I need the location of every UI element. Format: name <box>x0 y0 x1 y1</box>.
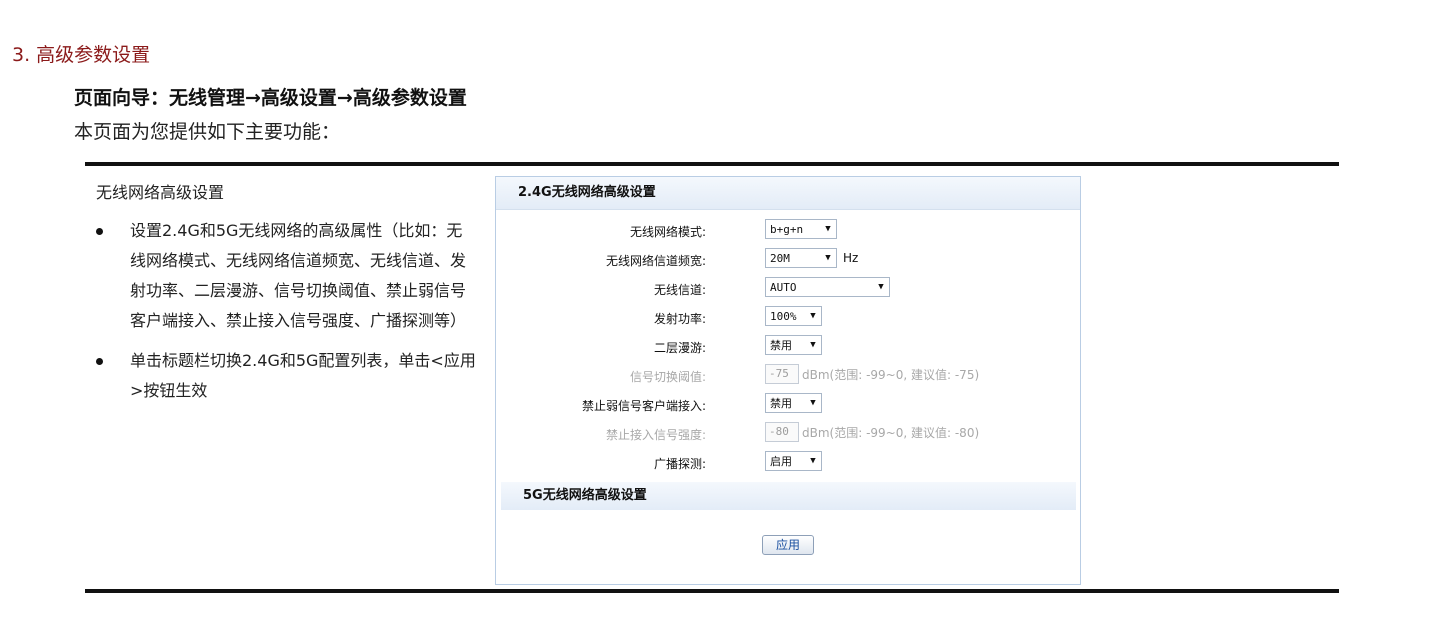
select-roaming[interactable]: 禁用 ▼ <box>765 335 822 355</box>
feature-bullet: 设置2.4G和5G无线网络的高级属性（比如：无线网络模式、无线网络信道频宽、无线… <box>96 216 476 336</box>
select-value: 禁用 <box>770 339 792 352</box>
access-strength-hint: dBm(范围: -99~0, 建议值: -80) <box>802 425 980 440</box>
advanced-settings-panel: 2.4G无线网络高级设置 无线网络模式: b+g+n ▼ 无线网络信道频宽: 2… <box>495 176 1081 585</box>
chevron-down-icon: ▼ <box>878 282 884 292</box>
chevron-down-icon: ▼ <box>810 456 816 466</box>
panel-header-5g[interactable]: 5G无线网络高级设置 <box>501 482 1076 510</box>
chevron-down-icon: ▼ <box>810 311 816 321</box>
label-wireless-mode: 无线网络模式: <box>629 225 706 239</box>
row-roaming: 二层漫游: 禁用 ▼ <box>496 335 1080 359</box>
apply-button[interactable]: 应用 <box>762 535 814 555</box>
row-weak-client: 禁止弱信号客户端接入: 禁用 ▼ <box>496 393 1080 417</box>
row-switch-threshold: 信号切换阈值: -75 dBm(范围: -99~0, 建议值: -75) <box>496 364 1080 388</box>
input-switch-threshold[interactable]: -75 <box>765 364 799 384</box>
label-tx-power: 发射功率: <box>653 312 706 326</box>
select-channel[interactable]: AUTO ▼ <box>765 277 890 297</box>
label-channel: 无线信道: <box>653 283 706 297</box>
label-weak-client: 禁止弱信号客户端接入: <box>581 399 706 413</box>
select-value: 启用 <box>770 455 792 468</box>
label-roaming: 二层漫游: <box>653 341 706 355</box>
select-weak-client[interactable]: 禁用 ▼ <box>765 393 822 413</box>
select-wireless-mode[interactable]: b+g+n ▼ <box>765 219 837 239</box>
select-broadcast-probe[interactable]: 启用 ▼ <box>765 451 822 471</box>
page-navigation-path: 页面向导：无线管理→高级设置→高级参数设置 <box>74 87 467 109</box>
chevron-down-icon: ▼ <box>825 253 831 263</box>
bandwidth-unit: Hz <box>843 251 859 265</box>
input-access-strength[interactable]: -80 <box>765 422 799 442</box>
chevron-down-icon: ▼ <box>810 398 816 408</box>
label-access-strength: 禁止接入信号强度: <box>605 428 706 442</box>
feature-bullet: 单击标题栏切换2.4G和5G配置列表，单击<应用>按钮生效 <box>96 346 476 406</box>
table-bottom-rule <box>85 589 1339 593</box>
row-channel: 无线信道: AUTO ▼ <box>496 277 1080 301</box>
switch-threshold-hint: dBm(范围: -99~0, 建议值: -75) <box>802 367 980 382</box>
row-bandwidth: 无线网络信道频宽: 20M ▼ Hz <box>496 248 1080 272</box>
section-title: 3. 高级参数设置 <box>12 44 151 66</box>
chevron-down-icon: ▼ <box>810 340 816 350</box>
bullet-dot-icon <box>96 358 103 365</box>
label-switch-threshold: 信号切换阈值: <box>629 370 706 384</box>
row-wireless-mode: 无线网络模式: b+g+n ▼ <box>496 219 1080 243</box>
feature-bullet-text: 设置2.4G和5G无线网络的高级属性（比如：无线网络模式、无线网络信道频宽、无线… <box>130 221 467 330</box>
row-tx-power: 发射功率: 100% ▼ <box>496 306 1080 330</box>
feature-bullet-text: 单击标题栏切换2.4G和5G配置列表，单击<应用>按钮生效 <box>130 351 476 400</box>
label-bandwidth: 无线网络信道频宽: <box>605 254 706 268</box>
select-bandwidth[interactable]: 20M ▼ <box>765 248 837 268</box>
select-value: 20M <box>770 251 790 265</box>
row-broadcast-probe: 广播探测: 启用 ▼ <box>496 451 1080 475</box>
feature-description: 无线网络高级设置 设置2.4G和5G无线网络的高级属性（比如：无线网络模式、无线… <box>96 178 476 416</box>
select-value: AUTO <box>770 280 797 294</box>
panel-header-24g[interactable]: 2.4G无线网络高级设置 <box>496 177 1080 210</box>
row-access-strength: 禁止接入信号强度: -80 dBm(范围: -99~0, 建议值: -80) <box>496 422 1080 446</box>
select-tx-power[interactable]: 100% ▼ <box>765 306 822 326</box>
bullet-dot-icon <box>96 228 103 235</box>
select-value: b+g+n <box>770 222 804 236</box>
chevron-down-icon: ▼ <box>825 224 831 234</box>
select-value: 100% <box>770 309 797 323</box>
select-value: 禁用 <box>770 397 792 410</box>
table-top-rule <box>85 162 1339 166</box>
feature-heading: 无线网络高级设置 <box>96 183 225 202</box>
label-broadcast-probe: 广播探测: <box>653 457 706 471</box>
intro-text: 本页面为您提供如下主要功能： <box>74 121 341 143</box>
